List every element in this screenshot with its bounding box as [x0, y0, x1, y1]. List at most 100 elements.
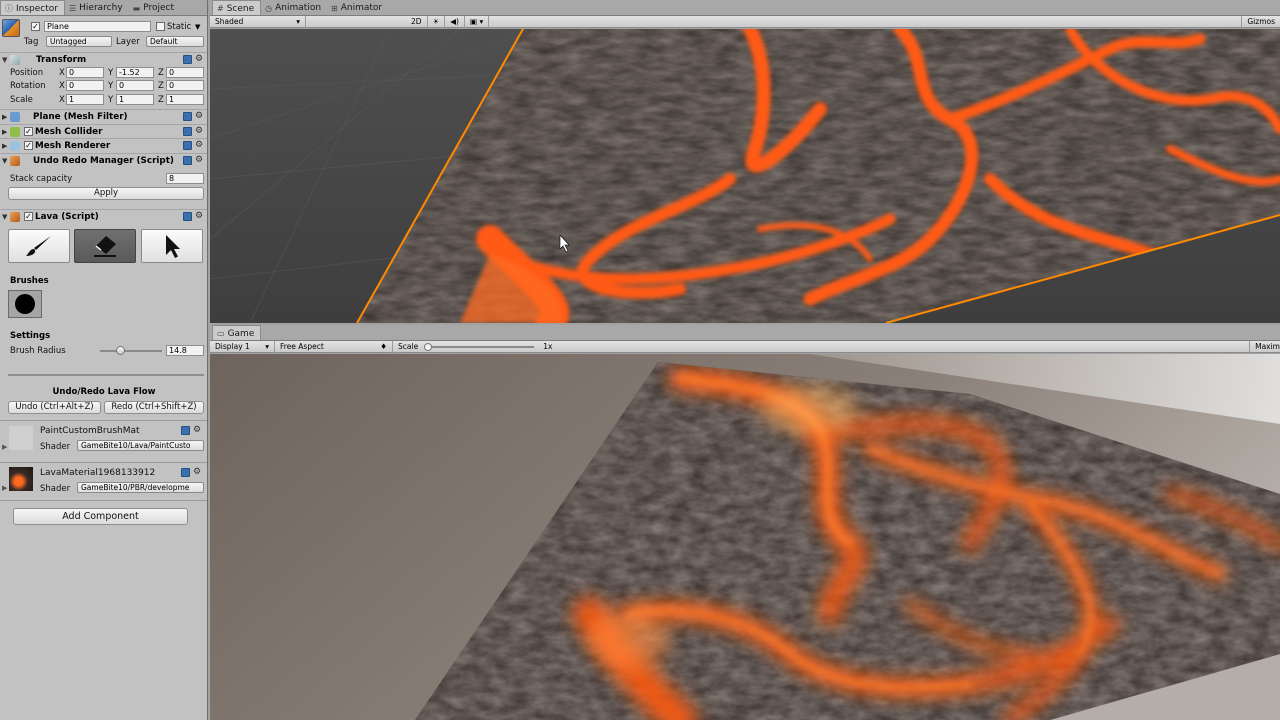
animator-icon: ⊞ — [331, 3, 338, 13]
game-tabbar: ▭ Game — [210, 325, 1280, 341]
foldout-closed-icon[interactable]: ▶ — [2, 484, 7, 492]
gear-icon[interactable]: ⚙ — [195, 212, 204, 221]
scene-viewport[interactable] — [210, 29, 1280, 323]
scene-lighting-toggle[interactable]: ☀ — [428, 15, 446, 28]
scale-slider[interactable] — [423, 341, 538, 353]
chevron-down-icon[interactable]: ▼ — [195, 23, 200, 31]
scale-slider-thumb[interactable] — [424, 342, 433, 351]
scale-y-field[interactable]: 1 — [116, 94, 154, 105]
brush-slot[interactable] — [8, 290, 42, 318]
apply-button[interactable]: Apply — [8, 187, 204, 200]
gameobject-icon — [2, 19, 20, 37]
brush-radius-field[interactable]: 14.8 — [166, 345, 204, 356]
inspector-tabbar: ⓘ Inspector ☰ Hierarchy ▬ Project — [0, 0, 207, 16]
gear-icon[interactable]: ⚙ — [195, 127, 204, 136]
help-book-icon[interactable] — [183, 55, 192, 64]
rotation-z-field[interactable]: 0 — [166, 80, 204, 91]
redo-button[interactable]: Redo (Ctrl+Shift+Z) — [104, 401, 204, 414]
paint-brush-tool-button[interactable] — [8, 229, 70, 263]
game-viewport — [210, 354, 1280, 720]
paintbrush-icon — [26, 236, 51, 256]
gear-icon[interactable]: ⚙ — [195, 156, 204, 165]
foldout-closed-icon[interactable]: ▶ — [2, 113, 10, 121]
help-book-icon[interactable] — [181, 468, 190, 477]
position-y-field[interactable]: -1.52 — [116, 67, 154, 78]
game-render — [210, 354, 1280, 720]
gear-icon[interactable]: ⚙ — [195, 141, 204, 150]
foldout-open-icon[interactable]: ▼ — [2, 213, 10, 221]
eraser-tool-button[interactable] — [74, 229, 136, 263]
stack-capacity-field[interactable]: 8 — [166, 173, 204, 184]
tab-animator[interactable]: ⊞ Animator — [327, 0, 388, 15]
mesh-filter-icon — [10, 111, 20, 122]
image-icon: ▣ — [469, 16, 478, 26]
mesh-renderer-enabled-checkbox[interactable]: ✓ — [24, 141, 33, 150]
aspect-dropdown[interactable]: Free Aspect ♦ — [275, 340, 393, 353]
foldout-open-icon[interactable]: ▼ — [2, 157, 10, 165]
mesh-collider-enabled-checkbox[interactable]: ✓ — [24, 127, 33, 136]
layer-label: Layer — [116, 37, 140, 47]
position-x-field[interactable]: 0 — [66, 67, 104, 78]
tab-scene[interactable]: # Scene — [212, 0, 262, 15]
scene-effects-dropdown[interactable]: ▣ ▾ — [465, 15, 490, 28]
mesh-filter-header[interactable]: ▶ Plane (Mesh Filter) ⚙ — [0, 109, 207, 123]
brush-radius-label: Brush Radius — [10, 346, 66, 356]
add-component-button[interactable]: Add Component — [13, 508, 188, 525]
tab-animation[interactable]: ◷ Animation — [261, 0, 327, 15]
select-tool-button[interactable] — [141, 229, 203, 263]
static-checkbox[interactable] — [156, 22, 165, 31]
divider — [0, 420, 207, 421]
scale-z-field[interactable]: 1 — [166, 94, 204, 105]
gizmos-dropdown[interactable]: Gizmos — [1241, 15, 1280, 28]
mesh-collider-header[interactable]: ▶ ✓ Mesh Collider ⚙ — [0, 124, 207, 138]
tab-project[interactable]: ▬ Project — [129, 0, 180, 15]
shader-dropdown[interactable]: GameBite10/Lava/PaintCusto — [77, 440, 204, 451]
foldout-open-icon[interactable]: ▼ — [2, 56, 10, 64]
help-book-icon[interactable] — [181, 426, 190, 435]
undo-manager-header[interactable]: ▼ Undo Redo Manager (Script) ⚙ — [0, 153, 207, 167]
round-brush-icon — [15, 294, 35, 314]
tag-dropdown[interactable]: Untagged — [46, 36, 112, 47]
brush-radius-slider-track[interactable] — [100, 350, 162, 352]
gear-icon[interactable]: ⚙ — [195, 112, 204, 121]
game-toolbar: Display 1 ▾ Free Aspect ♦ Scale 1x Maxim — [210, 340, 1280, 353]
undo-button[interactable]: Undo (Ctrl+Alt+Z) — [8, 401, 101, 414]
foldout-closed-icon[interactable]: ▶ — [2, 443, 7, 451]
help-book-icon[interactable] — [183, 112, 192, 121]
gear-icon[interactable]: ⚙ — [193, 468, 202, 477]
lava-script-header[interactable]: ▼ ✓ Lava (Script) ⚙ — [0, 209, 207, 223]
help-book-icon[interactable] — [183, 127, 192, 136]
help-book-icon[interactable] — [183, 141, 192, 150]
scale-x-field[interactable]: 1 — [66, 94, 104, 105]
gear-icon[interactable]: ⚙ — [193, 426, 202, 435]
tab-game[interactable]: ▭ Game — [212, 325, 262, 340]
help-book-icon[interactable] — [183, 212, 192, 221]
foldout-closed-icon[interactable]: ▶ — [2, 128, 10, 136]
shader-dropdown[interactable]: GameBite10/PBR/developme — [77, 482, 204, 493]
game-panel: ▭ Game Display 1 ▾ Free Aspect ♦ Scale 1x M… — [210, 325, 1280, 720]
rotation-y-field[interactable]: 0 — [116, 80, 154, 91]
lava-enabled-checkbox[interactable]: ✓ — [24, 212, 33, 221]
position-z-field[interactable]: 0 — [166, 67, 204, 78]
active-checkbox[interactable]: ✓ — [31, 22, 40, 31]
inspector-panel: ⓘ Inspector ☰ Hierarchy ▬ Project ✓ Plane S… — [0, 0, 208, 720]
script-icon — [10, 155, 20, 166]
help-book-icon[interactable] — [183, 156, 192, 165]
display-dropdown[interactable]: Display 1 ▾ — [210, 340, 275, 353]
script-icon — [10, 211, 20, 222]
object-name-input[interactable]: Plane — [44, 21, 151, 32]
layer-dropdown[interactable]: Default — [146, 36, 204, 47]
tab-hierarchy[interactable]: ☰ Hierarchy — [65, 0, 129, 15]
tab-inspector[interactable]: ⓘ Inspector — [0, 0, 65, 15]
mesh-renderer-header[interactable]: ▶ ✓ Mesh Renderer ⚙ — [0, 138, 207, 152]
transform-header[interactable]: ▼ Transform ⚙ — [0, 52, 207, 66]
brush-radius-slider-thumb[interactable] — [115, 346, 125, 355]
maximize-on-play-toggle[interactable]: Maxim — [1249, 340, 1280, 353]
gear-icon[interactable]: ⚙ — [195, 55, 204, 64]
brushes-label: Brushes — [10, 276, 49, 286]
rotation-x-field[interactable]: 0 — [66, 80, 104, 91]
foldout-closed-icon[interactable]: ▶ — [2, 142, 10, 150]
shading-mode-dropdown[interactable]: Shaded ▾ — [210, 15, 306, 28]
2d-toggle[interactable]: 2D — [406, 15, 428, 28]
scene-audio-toggle[interactable]: ◀) — [445, 15, 465, 28]
